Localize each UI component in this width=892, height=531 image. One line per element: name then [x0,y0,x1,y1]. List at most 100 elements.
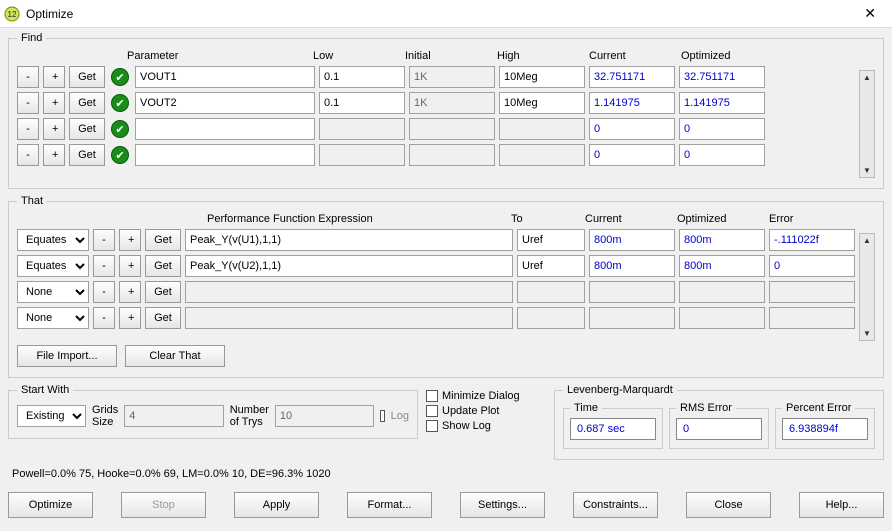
find-plus-button[interactable]: + [43,92,65,114]
that-get-button[interactable]: Get [145,281,181,303]
find-minus-button[interactable]: - [17,66,39,88]
find-plus-button[interactable]: + [43,66,65,88]
check-icon[interactable]: ✔ [111,68,129,86]
that-get-button[interactable]: Get [145,255,181,277]
high-input[interactable] [499,66,585,88]
that-current-input[interactable] [589,255,675,277]
current-input[interactable] [589,144,675,166]
optimize-button[interactable]: Optimize [8,492,93,518]
that-current-input[interactable] [589,229,675,251]
to-input[interactable] [517,255,585,277]
that-select[interactable]: None [17,307,89,329]
high-input[interactable] [499,92,585,114]
find-minus-button[interactable]: - [17,144,39,166]
that-minus-button[interactable]: - [93,281,115,303]
that-row: Equates - + Get [17,229,855,251]
param-input[interactable] [135,118,315,140]
that-optimized-input[interactable] [679,229,765,251]
that-select[interactable]: Equates [17,229,89,251]
optimized-input[interactable] [679,66,765,88]
scroll-down-icon[interactable]: ▼ [863,327,871,340]
find-plus-button[interactable]: + [43,144,65,166]
find-row: - + Get ✔ [17,118,855,140]
low-input [319,118,405,140]
minimize-checkbox[interactable] [426,390,438,402]
find-scrollbar[interactable]: ▲ ▼ [859,70,875,178]
scroll-up-icon[interactable]: ▲ [863,234,871,247]
format-button[interactable]: Format... [347,492,432,518]
that-error-input[interactable] [769,255,855,277]
that-minus-button[interactable]: - [93,229,115,251]
that-select[interactable]: Equates [17,255,89,277]
that-error-input [769,281,855,303]
constraints-button[interactable]: Constraints... [573,492,658,518]
update-checkbox[interactable] [426,405,438,417]
initial-input [409,144,495,166]
log-checkbox[interactable] [380,410,384,422]
file-import-button[interactable]: File Import... [17,345,117,367]
that-optimized-input[interactable] [679,255,765,277]
trys-label: Number of Trys [230,404,269,428]
initial-input [409,92,495,114]
hdr-current: Current [589,50,675,62]
find-get-button[interactable]: Get [69,118,105,140]
close-icon[interactable]: ✕ [854,1,886,26]
that-plus-button[interactable]: + [119,307,141,329]
optimized-input[interactable] [679,144,765,166]
current-input[interactable] [589,92,675,114]
scroll-down-icon[interactable]: ▼ [863,164,871,177]
that-minus-button[interactable]: - [93,307,115,329]
check-icon[interactable]: ✔ [111,120,129,138]
initial-input [409,118,495,140]
that-row: None - + Get [17,307,855,329]
optimized-input[interactable] [679,92,765,114]
find-group: Find Parameter Low Initial High Current … [8,32,884,189]
that-scrollbar[interactable]: ▲ ▼ [859,233,875,341]
window-title: Optimize [26,7,73,21]
low-input[interactable] [319,92,405,114]
that-select[interactable]: None [17,281,89,303]
param-input[interactable] [135,66,315,88]
that-get-button[interactable]: Get [145,307,181,329]
that-minus-button[interactable]: - [93,255,115,277]
find-minus-button[interactable]: - [17,92,39,114]
find-get-button[interactable]: Get [69,92,105,114]
showlog-checkbox[interactable] [426,420,438,432]
that-plus-button[interactable]: + [119,281,141,303]
clear-that-button[interactable]: Clear That [125,345,225,367]
lm-pct-value: 6.938894f [782,418,868,440]
scroll-up-icon[interactable]: ▲ [863,71,871,84]
find-plus-button[interactable]: + [43,118,65,140]
grids-input [124,405,223,427]
that-current-input [589,281,675,303]
lm-time-value: 0.687 sec [570,418,656,440]
minimize-label: Minimize Dialog [442,390,520,402]
check-icon[interactable]: ✔ [111,94,129,112]
that-get-button[interactable]: Get [145,229,181,251]
close-button[interactable]: Close [686,492,771,518]
help-button[interactable]: Help... [799,492,884,518]
grids-label: Grids Size [92,404,118,428]
param-input[interactable] [135,92,315,114]
check-icon[interactable]: ✔ [111,146,129,164]
find-get-button[interactable]: Get [69,144,105,166]
optimized-input[interactable] [679,118,765,140]
current-input[interactable] [589,66,675,88]
hdr-that-error: Error [769,213,855,225]
current-input[interactable] [589,118,675,140]
apply-button[interactable]: Apply [234,492,319,518]
that-error-input[interactable] [769,229,855,251]
to-input[interactable] [517,229,585,251]
that-group: That Performance Function Expression To … [8,195,884,378]
param-input[interactable] [135,144,315,166]
startwith-select[interactable]: Existing [17,405,86,427]
expr-input[interactable] [185,255,513,277]
that-plus-button[interactable]: + [119,229,141,251]
find-get-button[interactable]: Get [69,66,105,88]
that-plus-button[interactable]: + [119,255,141,277]
find-minus-button[interactable]: - [17,118,39,140]
hdr-initial: Initial [405,50,491,62]
expr-input[interactable] [185,229,513,251]
settings-button[interactable]: Settings... [460,492,545,518]
low-input[interactable] [319,66,405,88]
